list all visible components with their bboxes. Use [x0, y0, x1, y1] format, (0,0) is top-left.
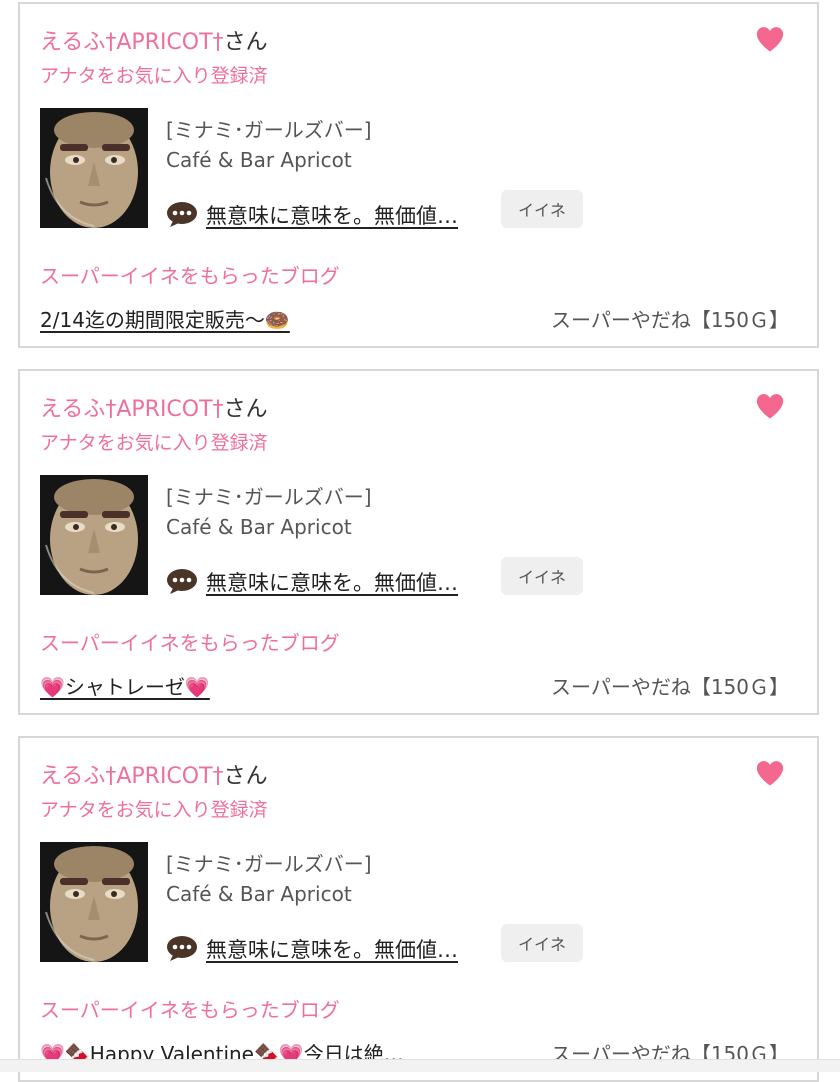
- comment-link[interactable]: 無意味に意味を。無価値…: [206, 200, 458, 230]
- shop-category: [ミナミ･ガールズバー]: [166, 852, 372, 876]
- user-line: えるふ†APRICOT†さん: [40, 758, 268, 790]
- bottom-toolbar: [0, 1059, 840, 1072]
- user-line: えるふ†APRICOT†さん: [40, 24, 268, 56]
- super-price: スーパーやだね【150Ｇ】: [551, 308, 789, 332]
- like-button[interactable]: イイネ: [501, 190, 583, 228]
- speech-bubble-icon: [167, 202, 197, 227]
- user-honorific: さん: [223, 764, 268, 789]
- super-price: スーパーやだね【150Ｇ】: [551, 675, 789, 699]
- user-honorific: さん: [223, 397, 268, 422]
- user-line: えるふ†APRICOT†さん: [40, 391, 268, 423]
- like-button[interactable]: イイネ: [501, 557, 583, 595]
- blog-row: 2/14迄の期間限定販売〜🍩 スーパーやだね【150Ｇ】: [40, 304, 789, 334]
- user-name-link[interactable]: えるふ†APRICOT†: [40, 764, 224, 789]
- comment-link[interactable]: 無意味に意味を。無価値…: [206, 934, 458, 964]
- shop-category: [ミナミ･ガールズバー]: [166, 118, 372, 142]
- blog-row: 💗シャトレーゼ💗 スーパーやだね【150Ｇ】: [40, 671, 789, 701]
- avatar[interactable]: [40, 842, 148, 962]
- shop-name: Café & Bar Apricot: [166, 515, 352, 539]
- shop-name: Café & Bar Apricot: [166, 148, 352, 172]
- heart-icon[interactable]: [755, 391, 785, 421]
- section-title: スーパーイイネをもらったブログ: [40, 264, 340, 288]
- blog-title-link[interactable]: 💗シャトレーゼ💗: [40, 671, 210, 700]
- user-honorific: さん: [223, 30, 268, 55]
- section-title: スーパーイイネをもらったブログ: [40, 631, 340, 655]
- like-button[interactable]: イイネ: [501, 924, 583, 962]
- user-name-link[interactable]: えるふ†APRICOT†: [40, 30, 224, 55]
- favorite-card: えるふ†APRICOT†さん アナタをお気に入り登録済 [ミナミ･ガールズバー]…: [18, 736, 819, 1082]
- favorite-status-note: アナタをお気に入り登録済: [40, 799, 268, 821]
- avatar[interactable]: [40, 108, 148, 228]
- heart-icon[interactable]: [755, 24, 785, 54]
- shop-name: Café & Bar Apricot: [166, 882, 352, 906]
- section-title: スーパーイイネをもらったブログ: [40, 998, 340, 1022]
- speech-bubble-icon: [167, 569, 197, 594]
- favorite-status-note: アナタをお気に入り登録済: [40, 432, 268, 454]
- user-name-link[interactable]: えるふ†APRICOT†: [40, 397, 224, 422]
- blog-title-link[interactable]: 2/14迄の期間限定販売〜🍩: [40, 304, 290, 333]
- comment-link[interactable]: 無意味に意味を。無価値…: [206, 567, 458, 597]
- heart-icon[interactable]: [755, 758, 785, 788]
- speech-bubble-icon: [167, 936, 197, 961]
- shop-category: [ミナミ･ガールズバー]: [166, 485, 372, 509]
- favorite-card: えるふ†APRICOT†さん アナタをお気に入り登録済 [ミナミ･ガールズバー]…: [18, 2, 819, 348]
- favorite-status-note: アナタをお気に入り登録済: [40, 65, 268, 87]
- favorite-card: えるふ†APRICOT†さん アナタをお気に入り登録済 [ミナミ･ガールズバー]…: [18, 369, 819, 715]
- avatar[interactable]: [40, 475, 148, 595]
